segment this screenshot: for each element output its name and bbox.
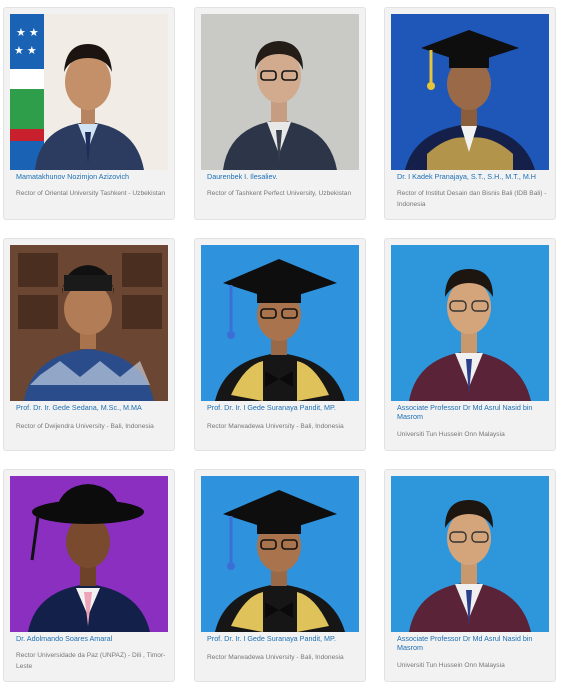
profile-card-3[interactable]: Dr. I Kadek Pranajaya, S.T., S.H., M.T.,…	[384, 7, 556, 220]
person-role: Rector Universidade da Paz (UNPAZ) - Dil…	[16, 652, 166, 670]
svg-text:★ ★: ★ ★	[14, 45, 37, 57]
profile-photo	[391, 476, 549, 632]
person-name[interactable]: Prof. Dr. Ir. Gede Sedana, M.Sc., M.MA	[16, 403, 166, 413]
person-role: Rector of Tashkent Perfect University, U…	[207, 190, 352, 197]
profile-photo	[201, 14, 359, 170]
person-role: Universiti Tun Hussein Onn Malaysia	[397, 431, 505, 438]
person-name[interactable]: Mamatakhunov Nozimjon Azizovich	[16, 172, 166, 182]
profile-photo	[201, 245, 359, 401]
profile-card-6[interactable]: Associate Professor Dr Md Asrul Nasid bi…	[384, 238, 556, 451]
profile-card-5[interactable]: Prof. Dr. Ir. I Gede Suranaya Pandit, MP…	[194, 238, 366, 451]
profile-photo: ★ ★ ★ ★	[10, 14, 168, 170]
person-role: Rector Marwadewa University - Bali, Indo…	[207, 654, 344, 661]
person-role: Rector of Institut Desain dan Bisnis Bal…	[397, 190, 547, 208]
person-name[interactable]: Associate Professor Dr Md Asrul Nasid bi…	[397, 634, 547, 652]
profile-photo	[10, 245, 168, 401]
svg-text:★ ★: ★ ★	[16, 27, 39, 39]
profile-card-1[interactable]: ★ ★ ★ ★ Mamatakhunov Nozimjon Azizovich …	[3, 7, 175, 220]
person-name[interactable]: Daurenbek I. Ilesaliev.	[207, 172, 357, 182]
profile-photo	[10, 476, 168, 632]
person-name[interactable]: Prof. Dr. Ir. I Gede Suranaya Pandit, MP…	[207, 634, 357, 644]
profile-card-4[interactable]: Prof. Dr. Ir. Gede Sedana, M.Sc., M.MA R…	[3, 238, 175, 451]
profile-card-7[interactable]: Dr. Adolmando Soares Amaral Rector Unive…	[3, 469, 175, 682]
person-name[interactable]: Associate Professor Dr Md Asrul Nasid bi…	[397, 403, 547, 421]
person-role: Rector Marwadewa University - Bali, Indo…	[207, 423, 344, 430]
person-name[interactable]: Dr. I Kadek Pranajaya, S.T., S.H., M.T.,…	[397, 172, 547, 182]
profile-photo	[201, 476, 359, 632]
person-role: Universiti Tun Hussein Onn Malaysia	[397, 662, 505, 669]
person-name[interactable]: Dr. Adolmando Soares Amaral	[16, 634, 166, 644]
person-role: Rector of Oriental University Tashkent -…	[16, 190, 166, 197]
profile-card-8[interactable]: Prof. Dr. Ir. I Gede Suranaya Pandit, MP…	[194, 469, 366, 682]
profile-photo	[391, 14, 549, 170]
profile-card-2[interactable]: Daurenbek I. Ilesaliev. Rector of Tashke…	[194, 7, 366, 220]
profile-card-9[interactable]: Associate Professor Dr Md Asrul Nasid bi…	[384, 469, 556, 682]
person-name[interactable]: Prof. Dr. Ir. I Gede Suranaya Pandit, MP…	[207, 403, 357, 413]
profile-photo	[391, 245, 549, 401]
person-role: Rector of Dwijendra University - Bali, I…	[16, 423, 154, 430]
